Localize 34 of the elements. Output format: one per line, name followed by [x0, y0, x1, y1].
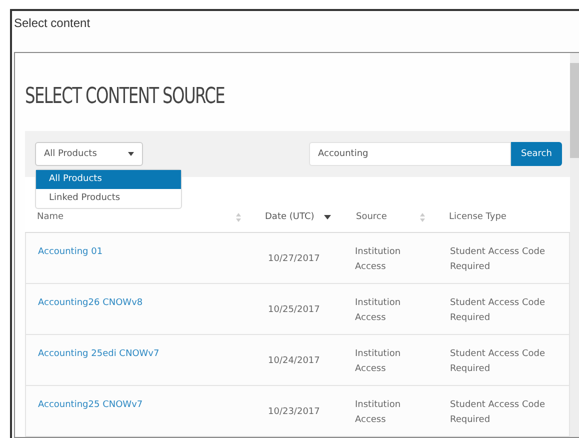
- scroll-thumb[interactable]: [570, 63, 579, 158]
- date-cell-text: 10/25/2017: [267, 304, 321, 317]
- dropdown-value: All Products: [44, 149, 97, 159]
- date-cell-text: 10/27/2017: [267, 253, 321, 266]
- search-field[interactable]: Accounting: [309, 142, 511, 166]
- scrollbar[interactable]: [570, 53, 579, 437]
- content-link[interactable]: Accounting 01: [26, 245, 254, 283]
- source-cell-text: Institution Access: [354, 297, 402, 325]
- license-cell-text: Student Access Code Required: [449, 399, 546, 427]
- sort-icon[interactable]: [236, 212, 241, 222]
- dropdown-option[interactable]: Linked Products: [36, 189, 181, 208]
- content-link[interactable]: Accounting25 CNOWv7: [26, 398, 254, 436]
- search-button[interactable]: Search: [511, 142, 562, 166]
- product-dropdown[interactable]: All Products: [35, 142, 143, 166]
- license-cell-text: Student Access Code Required: [449, 348, 546, 376]
- license-cell-text: Student Access Code Required: [449, 246, 546, 274]
- column-header[interactable]: Source: [356, 212, 387, 222]
- column-header[interactable]: License Type: [449, 212, 506, 222]
- source-cell-text: Institution Access: [354, 246, 402, 274]
- license-cell-text: Student Access Code Required: [449, 297, 546, 325]
- content-link[interactable]: Accounting26 CNOWv8: [26, 296, 254, 334]
- content-link[interactable]: Accounting 25edi CNOWv7: [26, 347, 254, 385]
- caret-icon: [128, 152, 134, 156]
- source-cell-text: Institution Access: [354, 399, 402, 427]
- source-cell-text: Institution Access: [354, 348, 402, 376]
- page-heading: SELECT CONTENT SOURCE: [25, 84, 225, 109]
- column-header[interactable]: Name: [37, 212, 64, 222]
- column-header[interactable]: Date (UTC): [265, 212, 314, 222]
- sort-descending-icon[interactable]: [324, 214, 332, 220]
- date-cell-text: 10/23/2017: [267, 406, 321, 419]
- date-cell-text: 10/24/2017: [267, 355, 321, 368]
- sort-icon[interactable]: [420, 212, 425, 222]
- window-title: Select content: [13, 15, 92, 32]
- dropdown-option[interactable]: All Products: [36, 170, 181, 189]
